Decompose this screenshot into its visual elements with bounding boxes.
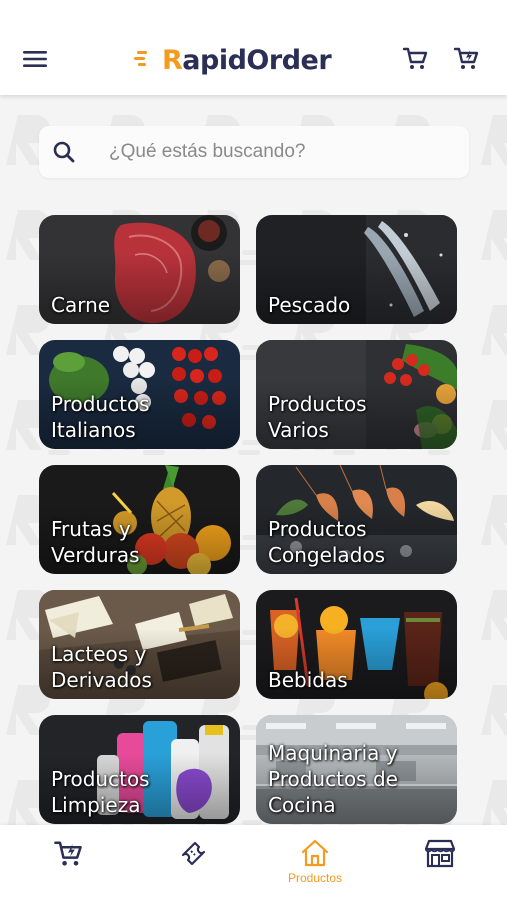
app-header: RapidOrder <box>0 0 507 95</box>
category-productos-italianos[interactable]: Productos Italianos <box>39 340 240 449</box>
category-productos-congelados[interactable]: Productos Congelados <box>256 465 457 574</box>
category-label: Productos Varios <box>268 392 367 442</box>
cart-icon[interactable] <box>401 44 429 72</box>
nav-coupons[interactable] <box>163 837 223 893</box>
nav-productos-label: Productos <box>287 871 343 885</box>
category-label: Carne <box>51 293 111 317</box>
store-icon <box>424 839 456 868</box>
app-logo: RapidOrder <box>134 40 332 80</box>
category-carne[interactable]: Carne <box>39 215 240 324</box>
category-label: Productos Limpieza <box>51 767 150 817</box>
category-productos-varios[interactable]: Productos Varios <box>256 340 457 449</box>
nav-store[interactable] <box>410 837 470 893</box>
ticket-icon <box>181 841 206 866</box>
category-label: Frutas y Verduras <box>51 517 140 567</box>
category-label: Lacteos y Derivados <box>51 642 152 692</box>
nav-quick-order[interactable] <box>38 837 98 893</box>
category-maquinaria-cocina[interactable]: Maquinaria y Productos de Cocina <box>256 715 457 824</box>
menu-icon[interactable] <box>22 48 48 70</box>
category-label: Productos Italianos <box>51 392 150 442</box>
category-label: Pescado <box>268 293 351 317</box>
category-bebidas[interactable]: Bebidas <box>256 590 457 699</box>
category-label: Bebidas <box>268 668 348 692</box>
search-bar[interactable] <box>39 126 469 178</box>
category-label: Maquinaria y Productos de Cocina <box>268 741 398 817</box>
category-pescado[interactable]: Pescado <box>256 215 457 324</box>
search-input[interactable] <box>109 141 449 163</box>
search-icon <box>53 141 75 163</box>
category-frutas-verduras[interactable]: Frutas y Verduras <box>39 465 240 574</box>
bottom-navigation: Productos <box>0 825 507 900</box>
nav-productos[interactable]: Productos <box>285 837 345 893</box>
logo-text: RapidOrder <box>162 44 332 76</box>
category-productos-limpieza[interactable]: Productos Limpieza <box>39 715 240 824</box>
quick-cart-icon[interactable] <box>452 44 480 72</box>
quick-cart-icon <box>54 841 82 866</box>
category-label: Productos Congelados <box>268 517 386 567</box>
category-lacteos-derivados[interactable]: Lacteos y Derivados <box>39 590 240 699</box>
logo-speed-icon <box>134 51 147 66</box>
home-icon <box>301 839 329 867</box>
